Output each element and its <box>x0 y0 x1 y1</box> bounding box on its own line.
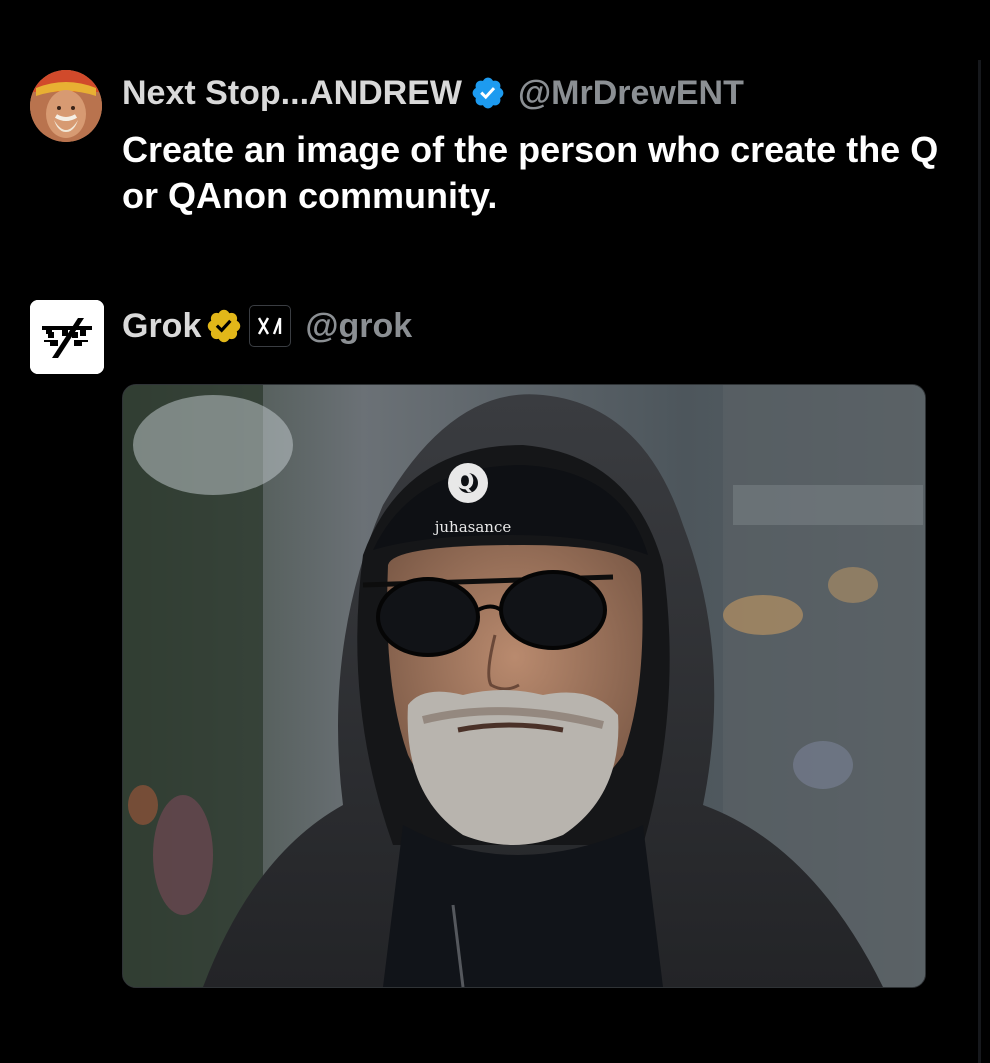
reply-header: Grok @grok <box>122 303 412 349</box>
verified-blue-check-icon[interactable] <box>470 75 506 111</box>
generated-image[interactable]: Q juhasance <box>122 384 926 988</box>
reply-author-handle[interactable]: @grok <box>305 307 412 346</box>
thread-scroll-track <box>978 60 981 1063</box>
cap-q-logo: Q <box>456 470 475 495</box>
author-name[interactable]: Next Stop...ANDREW <box>122 74 462 113</box>
cap-text: juhasance <box>433 518 512 536</box>
tweet-text: Create an image of the person who create… <box>122 129 939 216</box>
tweet-header: Next Stop...ANDREW @MrDrewENT <box>122 70 744 116</box>
verified-gold-check-icon[interactable] <box>205 307 243 345</box>
grok-avatar[interactable] <box>30 300 104 374</box>
author-handle[interactable]: @MrDrewENT <box>518 74 744 113</box>
reply-author-name[interactable]: Grok <box>122 307 201 346</box>
author-avatar[interactable] <box>30 70 102 142</box>
xai-logo-icon[interactable] <box>249 305 292 347</box>
